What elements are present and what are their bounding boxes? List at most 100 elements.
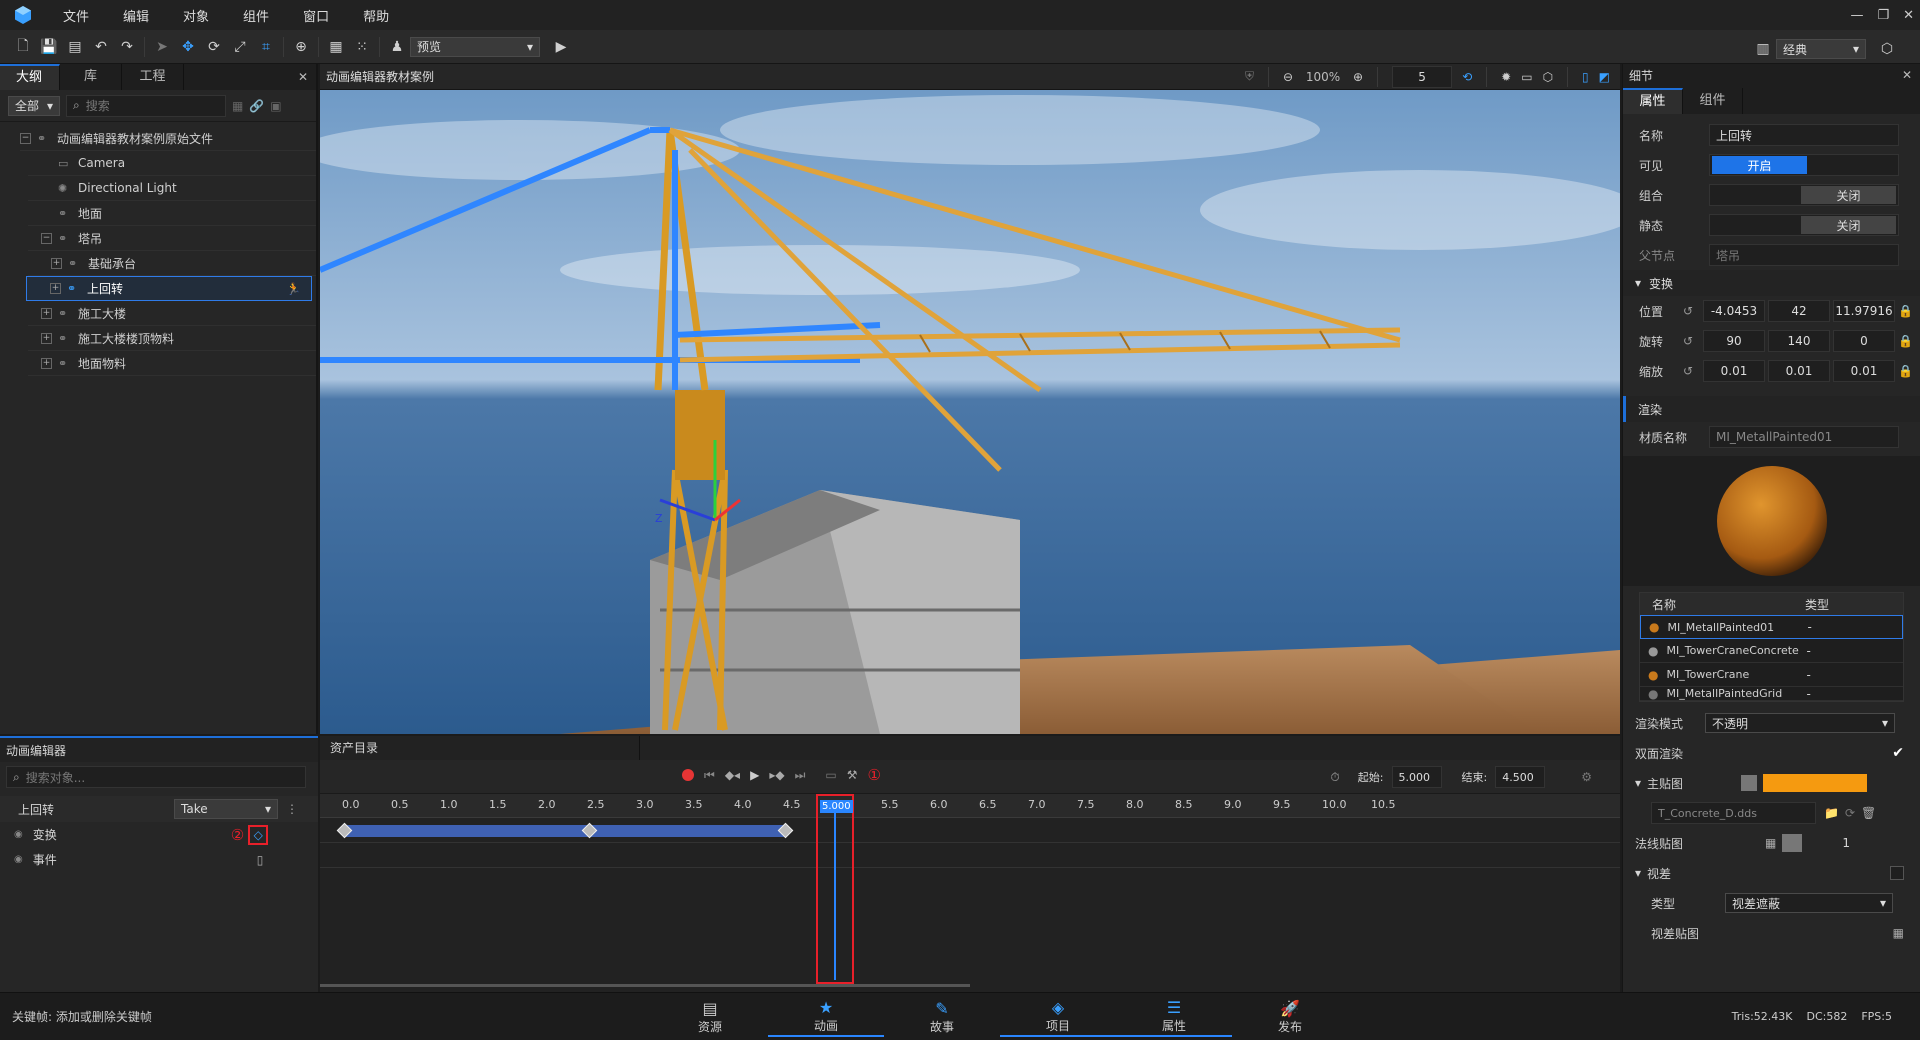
fullscreen-icon[interactable]: ◩: [1599, 70, 1610, 84]
tab-properties[interactable]: 属性: [1623, 88, 1683, 114]
tree-item-directional-light[interactable]: ✺ Directional Light: [28, 176, 316, 201]
double-side-checkbox[interactable]: ✔: [1892, 745, 1904, 761]
tree-item-upper-slewing[interactable]: + ⚭ 上回转 🏃: [26, 276, 312, 301]
more-options-icon[interactable]: ⋮: [286, 802, 298, 816]
character-icon[interactable]: ♟: [384, 34, 410, 60]
dock-project[interactable]: ◈ 项目: [1000, 997, 1116, 1037]
video-camera-icon[interactable]: ▭: [1521, 70, 1532, 84]
take-select[interactable]: Take ▾: [174, 799, 278, 819]
normal-strength[interactable]: 1: [1842, 836, 1850, 850]
name-input[interactable]: 上回转: [1709, 124, 1899, 146]
refresh-icon[interactable]: ⟳: [1845, 806, 1855, 820]
menu-help[interactable]: 帮助: [346, 6, 406, 25]
keyframe-range-bar[interactable]: [344, 825, 785, 837]
perspective-icon[interactable]: ▯: [1582, 70, 1589, 84]
next-key-icon[interactable]: ▸◆: [769, 768, 784, 782]
key-tool-icon[interactable]: ⚒: [847, 768, 858, 782]
dock-story[interactable]: ✎ 故事: [884, 997, 1000, 1037]
export-icon[interactable]: ▣: [270, 99, 281, 113]
rotate-icon[interactable]: ⟳: [201, 34, 227, 60]
sun-icon[interactable]: ✹: [1501, 70, 1511, 84]
prev-key-icon[interactable]: ◆◂: [725, 768, 740, 782]
expand-icon[interactable]: +: [41, 332, 52, 344]
outline-search-input[interactable]: ⌕ 搜索: [66, 94, 226, 117]
menu-object[interactable]: 对象: [166, 6, 226, 25]
end-input[interactable]: 4.500: [1495, 766, 1546, 788]
loop-icon[interactable]: ▭: [825, 768, 836, 782]
filter-select[interactable]: 全部 ▾: [8, 95, 60, 116]
expand-arrow-icon[interactable]: ▾: [1635, 866, 1641, 880]
position-y[interactable]: 42: [1768, 300, 1830, 322]
snap-icon[interactable]: ⊕: [288, 34, 314, 60]
rotation-y[interactable]: 140: [1768, 330, 1830, 352]
orbit-icon[interactable]: ⟲: [1462, 70, 1472, 84]
texture-thumb[interactable]: [1741, 775, 1758, 791]
collapse-icon[interactable]: −: [20, 132, 31, 144]
menu-file[interactable]: 文件: [46, 6, 106, 25]
eye-icon[interactable]: ◉: [14, 829, 23, 840]
move-icon[interactable]: ✥: [175, 34, 201, 60]
collapse-icon[interactable]: −: [41, 232, 52, 244]
close-icon[interactable]: ✕: [1903, 8, 1914, 23]
redo-icon[interactable]: ↷: [114, 34, 140, 60]
restore-icon[interactable]: ❐: [1877, 8, 1889, 23]
material-row[interactable]: ● MI_MetallPaintedGrid -: [1640, 687, 1903, 701]
record-button[interactable]: [682, 769, 694, 781]
dot-grid-icon[interactable]: ⁙: [349, 34, 375, 60]
camera-speed-input[interactable]: 5: [1392, 65, 1453, 88]
assets-tab[interactable]: 资产目录: [320, 736, 640, 760]
undo-icon[interactable]: ↶: [88, 34, 114, 60]
position-z[interactable]: 11.97916: [1833, 300, 1895, 322]
tree-item-root[interactable]: − ⚭ 动画编辑器教材案例原始文件: [20, 126, 316, 151]
tree-item-ground[interactable]: ⚭ 地面: [28, 201, 316, 226]
tree-item-foundation[interactable]: + ⚭ 基础承台: [28, 251, 316, 276]
material-row[interactable]: ● MI_TowerCrane -: [1640, 663, 1903, 687]
parallax-type-select[interactable]: 视差遮蔽 ▾: [1725, 893, 1893, 913]
timeline-settings-icon[interactable]: ⚙: [1581, 770, 1592, 784]
reset-icon[interactable]: ↺: [1683, 334, 1703, 348]
rotation-x[interactable]: 90: [1703, 330, 1765, 352]
grid-icon[interactable]: ▦: [323, 34, 349, 60]
tab-library[interactable]: 库: [60, 64, 122, 90]
track-event[interactable]: 事件: [33, 851, 257, 868]
anim-search-input[interactable]: ⌕ 搜索对象...: [6, 766, 306, 788]
link-icon[interactable]: 🔗: [249, 99, 264, 113]
dock-publish[interactable]: 🚀 发布: [1232, 997, 1348, 1037]
eye-icon[interactable]: ◉: [14, 854, 23, 865]
scale-z[interactable]: 0.01: [1833, 360, 1895, 382]
close-panel-icon[interactable]: ✕: [298, 70, 308, 84]
dock-properties[interactable]: ☰ 属性: [1116, 997, 1232, 1037]
track-transform[interactable]: 变换: [33, 826, 231, 843]
tree-item-rooftop-material[interactable]: + ⚭ 施工大楼楼顶物料: [28, 326, 316, 351]
first-frame-icon[interactable]: ⏮: [704, 768, 715, 783]
start-input[interactable]: 5.000: [1391, 766, 1442, 788]
transform-section[interactable]: ▾ 变换: [1623, 270, 1920, 296]
expand-icon[interactable]: +: [41, 357, 52, 369]
shield-icon[interactable]: ⛨: [1245, 69, 1254, 84]
parallax-checkbox[interactable]: [1890, 866, 1904, 880]
reset-icon[interactable]: ↺: [1683, 304, 1703, 318]
scale-x[interactable]: 0.01: [1703, 360, 1765, 382]
tree-item-building[interactable]: + ⚭ 施工大楼: [28, 301, 316, 326]
zoom-in-icon[interactable]: ⊕: [1353, 70, 1363, 84]
position-x[interactable]: -4.0453: [1703, 300, 1765, 322]
scene-viewport[interactable]: Z: [320, 90, 1620, 734]
tree-collapse-icon[interactable]: ▦: [232, 99, 243, 113]
group-toggle[interactable]: 关闭: [1709, 184, 1899, 206]
reset-icon[interactable]: ↺: [1683, 364, 1703, 378]
playhead-label[interactable]: 5.000: [820, 800, 853, 813]
main-color-swatch[interactable]: [1763, 774, 1868, 792]
timeline-ruler[interactable]: 0.00.51.01.52.02.53.03.54.04.55.05.56.06…: [320, 794, 1620, 818]
material-row[interactable]: ● MI_MetallPainted01 -: [1640, 615, 1903, 639]
cube-icon[interactable]: ⬡: [1543, 70, 1553, 84]
lock-icon[interactable]: 🔒: [1898, 364, 1913, 378]
expand-icon[interactable]: +: [50, 283, 61, 294]
minimize-icon[interactable]: —: [1850, 8, 1863, 23]
static-toggle[interactable]: 关闭: [1709, 214, 1899, 236]
tree-item-crane[interactable]: − ⚭ 塔吊: [28, 226, 316, 251]
tab-components[interactable]: 组件: [1683, 88, 1743, 114]
tab-outline[interactable]: 大纲: [0, 64, 60, 90]
add-keyframe-button[interactable]: ◇: [248, 824, 269, 845]
rotation-z[interactable]: 0: [1833, 330, 1895, 352]
lock-icon[interactable]: 🔒: [1898, 334, 1913, 348]
